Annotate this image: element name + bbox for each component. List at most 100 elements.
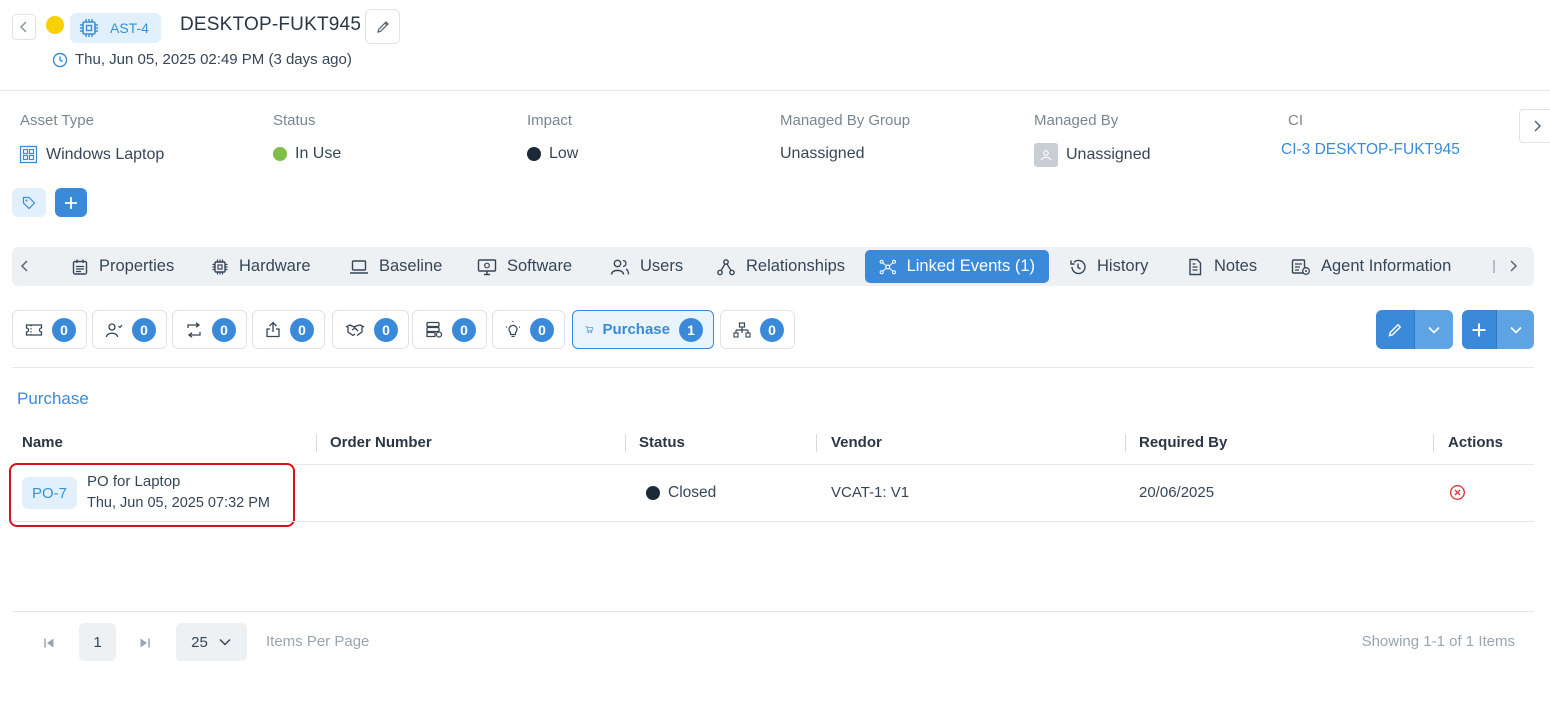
chevron-left-icon (19, 21, 27, 33)
column-separator (1433, 434, 1434, 452)
tab-hardware[interactable]: Hardware (197, 250, 325, 283)
avatar (1034, 143, 1058, 167)
divider (0, 90, 1550, 91)
agent-info-icon (1291, 258, 1310, 275)
managed-by-value[interactable]: Unassigned (1034, 143, 1151, 167)
column-separator (1125, 434, 1126, 452)
tabs-scroll-right[interactable] (1508, 258, 1518, 274)
filter-count: 0 (290, 317, 314, 342)
column-header-name[interactable]: Name (22, 434, 63, 451)
monitor-icon (477, 258, 497, 275)
filter-label: Purchase (602, 321, 670, 338)
edit-link-button[interactable] (1376, 310, 1414, 349)
tag-button[interactable] (12, 188, 46, 217)
asset-id: AST-4 (110, 20, 149, 36)
column-header-vendor[interactable]: Vendor (831, 434, 882, 451)
po-required-by: 20/06/2025 (1139, 484, 1215, 501)
filter-count: 0 (52, 317, 76, 342)
back-button[interactable] (12, 14, 36, 40)
add-link-split-button (1462, 310, 1534, 349)
last-page-button[interactable] (139, 637, 151, 649)
tab-history[interactable]: History (1055, 250, 1162, 283)
first-page-button[interactable] (43, 637, 55, 649)
unlink-button[interactable] (1449, 484, 1466, 501)
users-icon (610, 259, 630, 275)
relationships-icon (717, 258, 735, 275)
change-icon (187, 321, 201, 338)
tab-notes[interactable]: Notes (1172, 250, 1271, 283)
tab-software[interactable]: Software (463, 250, 586, 283)
table-row-divider (12, 521, 1534, 522)
chevron-left-icon (20, 260, 28, 272)
divider (12, 367, 1534, 368)
laptop-icon (350, 259, 368, 274)
column-header-required-by[interactable]: Required By (1139, 434, 1227, 451)
po-name[interactable]: PO for Laptop (87, 473, 180, 490)
managed-by-group-value[interactable]: Unassigned (780, 145, 865, 163)
tab-linked-events[interactable]: Linked Events (1) (865, 250, 1049, 283)
edit-title-button[interactable] (365, 9, 400, 44)
filter-tickets[interactable]: 0 (12, 310, 87, 349)
tag-icon (22, 196, 36, 209)
calendar-icon (72, 259, 88, 275)
idea-icon (506, 321, 520, 338)
expand-panel-button[interactable] (1519, 109, 1550, 143)
filter-purchase[interactable]: Purchase 1 (572, 310, 714, 349)
status-value[interactable]: In Use (273, 145, 341, 163)
plus-icon (65, 196, 77, 209)
chevron-down-icon (1509, 326, 1522, 334)
managed-by-group-label: Managed By Group (780, 112, 911, 129)
filter-count: 1 (679, 317, 703, 342)
page-title: DESKTOP-FUKT945 (180, 14, 362, 35)
windows-icon (19, 145, 38, 164)
remove-circle-icon (1449, 484, 1466, 501)
asset-type-value: Windows Laptop (19, 145, 164, 164)
chevron-down-icon (219, 638, 231, 646)
impact-value[interactable]: Low (527, 145, 578, 163)
add-link-button[interactable] (1462, 310, 1496, 349)
column-header-actions: Actions (1448, 434, 1504, 451)
clock-icon (52, 52, 68, 67)
release-icon (266, 321, 280, 338)
filter-requests[interactable]: 0 (92, 310, 167, 349)
filter-count: 0 (212, 317, 236, 342)
filter-changes[interactable]: 0 (172, 310, 247, 349)
tab-bar: Properties Hardware Baseline Software Us… (12, 247, 1534, 286)
managed-by-label: Managed By (1034, 112, 1119, 129)
impact-label: Impact (527, 112, 573, 129)
chevron-right-icon (1510, 260, 1518, 272)
tab-baseline[interactable]: Baseline (335, 250, 456, 283)
current-page[interactable]: 1 (79, 623, 116, 661)
po-date: Thu, Jun 05, 2025 07:32 PM (87, 495, 270, 511)
column-separator (816, 434, 817, 452)
tab-agent-information[interactable]: Agent Information (1277, 250, 1465, 283)
tab-users[interactable]: Users (596, 250, 697, 283)
filter-problems[interactable]: 0 (492, 310, 565, 349)
chip-icon (80, 19, 98, 37)
per-page-select[interactable]: 25 (176, 623, 247, 661)
po-id-badge[interactable]: PO-7 (22, 477, 77, 509)
filter-releases[interactable]: 0 (252, 310, 325, 349)
ci-link[interactable]: CI-3 DESKTOP-FUKT945 (1281, 141, 1460, 159)
filter-count: 0 (760, 317, 784, 342)
tab-properties[interactable]: Properties (57, 250, 188, 283)
pagination-summary: Showing 1-1 of 1 Items (1361, 633, 1515, 650)
tabs-scroll-left[interactable] (20, 258, 30, 274)
filter-count: 0 (530, 317, 554, 342)
history-icon (1070, 259, 1086, 274)
edit-link-dropdown[interactable] (1414, 310, 1453, 349)
add-tag-button[interactable] (55, 188, 87, 217)
user-request-icon (105, 322, 123, 337)
filter-assets[interactable]: 0 (412, 310, 487, 349)
tab-relationships[interactable]: Relationships (702, 250, 859, 283)
column-header-order-number[interactable]: Order Number (330, 434, 432, 451)
filter-projects[interactable]: 0 (720, 310, 795, 349)
section-title: Purchase (17, 389, 89, 408)
column-header-status[interactable]: Status (639, 434, 685, 451)
notes-icon (1189, 258, 1202, 275)
created-timestamp: Thu, Jun 05, 2025 02:49 PM (3 days ago) (52, 51, 352, 68)
filter-count: 0 (452, 317, 476, 342)
status-label: Status (273, 112, 316, 129)
add-link-dropdown[interactable] (1496, 310, 1534, 349)
filter-contracts[interactable]: 0 (332, 310, 409, 349)
